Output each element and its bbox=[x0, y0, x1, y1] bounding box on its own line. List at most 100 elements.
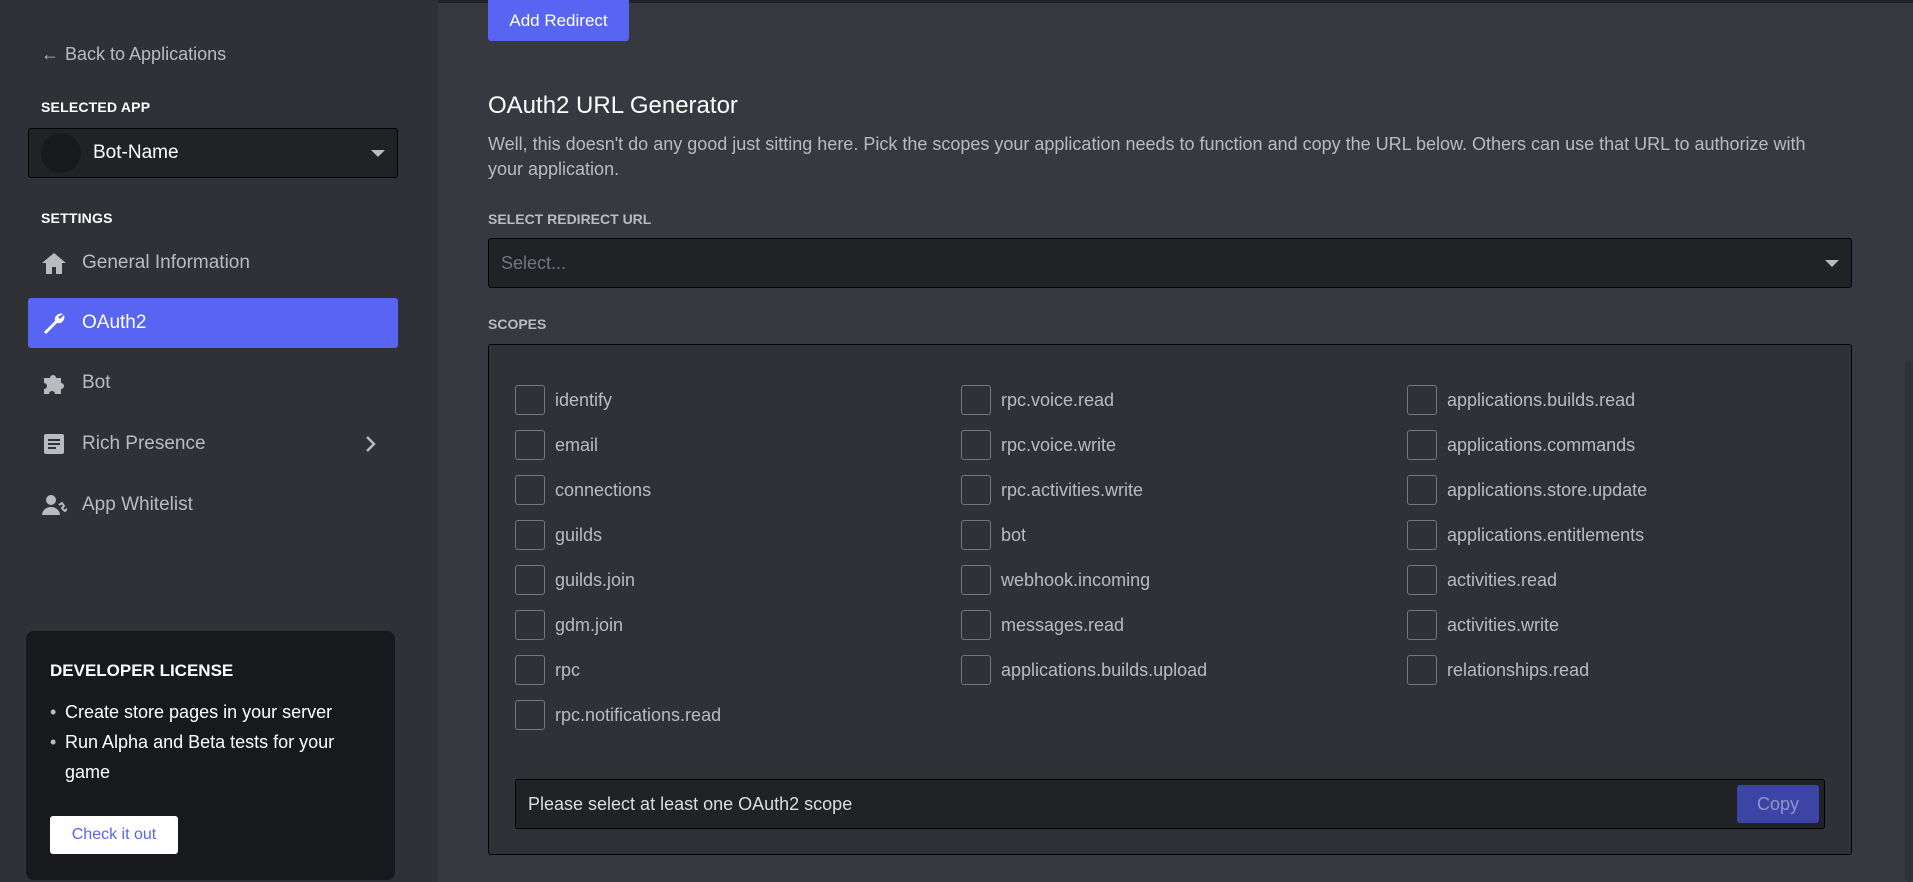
scope-label: email bbox=[555, 434, 599, 455]
sidebar-item-label: OAuth2 bbox=[82, 312, 147, 333]
checkbox[interactable] bbox=[515, 655, 545, 685]
redirect-url-select[interactable]: Select... bbox=[488, 238, 1852, 288]
scope-applications-builds-upload[interactable]: applications.builds.upload bbox=[961, 655, 1207, 685]
app-select-dropdown[interactable]: Bot-Name bbox=[28, 128, 398, 178]
app-name: Bot-Name bbox=[93, 142, 179, 163]
scope-activities-read[interactable]: activities.read bbox=[1407, 565, 1557, 595]
scope-rpc-voice-read[interactable]: rpc.voice.read bbox=[961, 385, 1114, 415]
app-avatar bbox=[41, 133, 81, 173]
home-icon bbox=[40, 249, 68, 277]
checkbox[interactable] bbox=[1407, 475, 1437, 505]
scope-label: webhook.incoming bbox=[1001, 569, 1151, 590]
top-border bbox=[438, 0, 1913, 3]
scope-label: applications.commands bbox=[1447, 434, 1636, 455]
scope-applications-builds-read[interactable]: applications.builds.read bbox=[1407, 385, 1635, 415]
scope-rpc[interactable]: rpc bbox=[515, 655, 580, 685]
scope-label: applications.entitlements bbox=[1447, 524, 1645, 545]
scope-label: applications.builds.read bbox=[1447, 389, 1636, 410]
scope-activities-write[interactable]: activities.write bbox=[1407, 610, 1559, 640]
checkbox[interactable] bbox=[1407, 520, 1437, 550]
generated-url-text: Please select at least one OAuth2 scope bbox=[528, 793, 853, 814]
license-title: DEVELOPER LICENSE bbox=[50, 661, 234, 680]
license-item: Create store pages in your server bbox=[50, 697, 371, 727]
scope-label: gdm.join bbox=[555, 614, 624, 635]
scope-rpc-notifications-read[interactable]: rpc.notifications.read bbox=[515, 700, 721, 730]
checkbox[interactable] bbox=[515, 520, 545, 550]
checkbox[interactable] bbox=[961, 520, 991, 550]
scope-identify[interactable]: identify bbox=[515, 385, 612, 415]
scope-label: applications.store.update bbox=[1447, 479, 1648, 500]
checkbox[interactable] bbox=[961, 430, 991, 460]
checkbox[interactable] bbox=[961, 610, 991, 640]
scope-label: rpc.voice.read bbox=[1001, 389, 1115, 410]
document-icon bbox=[40, 430, 68, 458]
sidebar-item-general-information[interactable]: General Information bbox=[28, 238, 398, 288]
redirect-placeholder: Select... bbox=[501, 252, 567, 273]
sidebar: ← Back to Applications SELECTED APP Bot-… bbox=[0, 0, 438, 882]
sidebar-item-label: Bot bbox=[82, 372, 111, 393]
scope-label: identify bbox=[555, 389, 613, 410]
page-description: Well, this doesn't do any good just sitt… bbox=[488, 134, 1806, 179]
developer-license-card: DEVELOPER LICENSE Create store pages in … bbox=[26, 631, 395, 880]
scope-guilds[interactable]: guilds bbox=[515, 520, 602, 550]
back-to-applications-link[interactable]: ← Back to Applications bbox=[41, 44, 226, 65]
scope-rpc-activities-write[interactable]: rpc.activities.write bbox=[961, 475, 1143, 505]
copy-button[interactable]: Copy bbox=[1737, 785, 1819, 823]
checkbox[interactable] bbox=[515, 475, 545, 505]
wrench-icon bbox=[40, 309, 68, 337]
sidebar-item-bot[interactable]: Bot bbox=[28, 358, 398, 408]
scope-webhook-incoming[interactable]: webhook.incoming bbox=[961, 565, 1150, 595]
checkbox[interactable] bbox=[961, 655, 991, 685]
scopes-label: SCOPES bbox=[488, 316, 547, 332]
checkbox[interactable] bbox=[1407, 430, 1437, 460]
scope-connections[interactable]: connections bbox=[515, 475, 651, 505]
scope-guilds-join[interactable]: guilds.join bbox=[515, 565, 635, 595]
scope-label: activities.write bbox=[1447, 614, 1560, 635]
checkbox[interactable] bbox=[515, 565, 545, 595]
checkbox[interactable] bbox=[961, 565, 991, 595]
scope-applications-entitlements[interactable]: applications.entitlements bbox=[1407, 520, 1644, 550]
checkbox[interactable] bbox=[515, 610, 545, 640]
checkbox[interactable] bbox=[515, 430, 545, 460]
scope-bot[interactable]: bot bbox=[961, 520, 1026, 550]
scope-label: connections bbox=[555, 479, 652, 500]
checkbox[interactable] bbox=[1407, 565, 1437, 595]
scope-applications-store-update[interactable]: applications.store.update bbox=[1407, 475, 1647, 505]
checkbox[interactable] bbox=[961, 475, 991, 505]
scope-messages-read[interactable]: messages.read bbox=[961, 610, 1124, 640]
scope-label: bot bbox=[1001, 524, 1027, 545]
sidebar-item-oauth2[interactable]: OAuth2 bbox=[28, 298, 398, 348]
sidebar-item-app-whitelist[interactable]: App Whitelist bbox=[28, 480, 398, 530]
settings-label: SETTINGS bbox=[41, 210, 113, 226]
scope-relationships-read[interactable]: relationships.read bbox=[1407, 655, 1589, 685]
checkbox[interactable] bbox=[515, 700, 545, 730]
add-redirect-button[interactable]: Add Redirect bbox=[488, 0, 629, 41]
scope-label: activities.read bbox=[1447, 569, 1558, 590]
scope-label: guilds.join bbox=[555, 569, 636, 590]
user-phone-icon bbox=[40, 491, 68, 519]
scope-label: applications.builds.upload bbox=[1001, 659, 1208, 680]
scope-email[interactable]: email bbox=[515, 430, 598, 460]
scope-applications-commands[interactable]: applications.commands bbox=[1407, 430, 1635, 460]
checkbox[interactable] bbox=[515, 385, 545, 415]
scrollbar[interactable] bbox=[1905, 360, 1913, 882]
selected-app-label: SELECTED APP bbox=[41, 99, 151, 115]
scope-rpc-voice-write[interactable]: rpc.voice.write bbox=[961, 430, 1116, 460]
license-item: Run Alpha and Beta tests for your game bbox=[50, 727, 371, 787]
scope-label: relationships.read bbox=[1447, 659, 1590, 680]
chevron-right-icon bbox=[360, 432, 380, 462]
scope-gdm-join[interactable]: gdm.join bbox=[515, 610, 623, 640]
sidebar-item-rich-presence[interactable]: Rich Presence bbox=[28, 419, 398, 469]
checkbox[interactable] bbox=[1407, 610, 1437, 640]
scopes-panel: identify email connections guilds guilds… bbox=[488, 344, 1852, 855]
sidebar-item-label: Rich Presence bbox=[82, 433, 206, 454]
generated-url-field[interactable]: Please select at least one OAuth2 scope … bbox=[515, 779, 1825, 829]
sidebar-item-label: General Information bbox=[82, 252, 250, 273]
checkbox[interactable] bbox=[1407, 655, 1437, 685]
checkbox[interactable] bbox=[1407, 385, 1437, 415]
checkbox[interactable] bbox=[961, 385, 991, 415]
check-it-out-button[interactable]: Check it out bbox=[50, 816, 178, 854]
scope-label: messages.read bbox=[1001, 614, 1125, 635]
arrow-left-icon: ← bbox=[41, 44, 59, 64]
page-title: OAuth2 URL Generator bbox=[488, 92, 738, 119]
